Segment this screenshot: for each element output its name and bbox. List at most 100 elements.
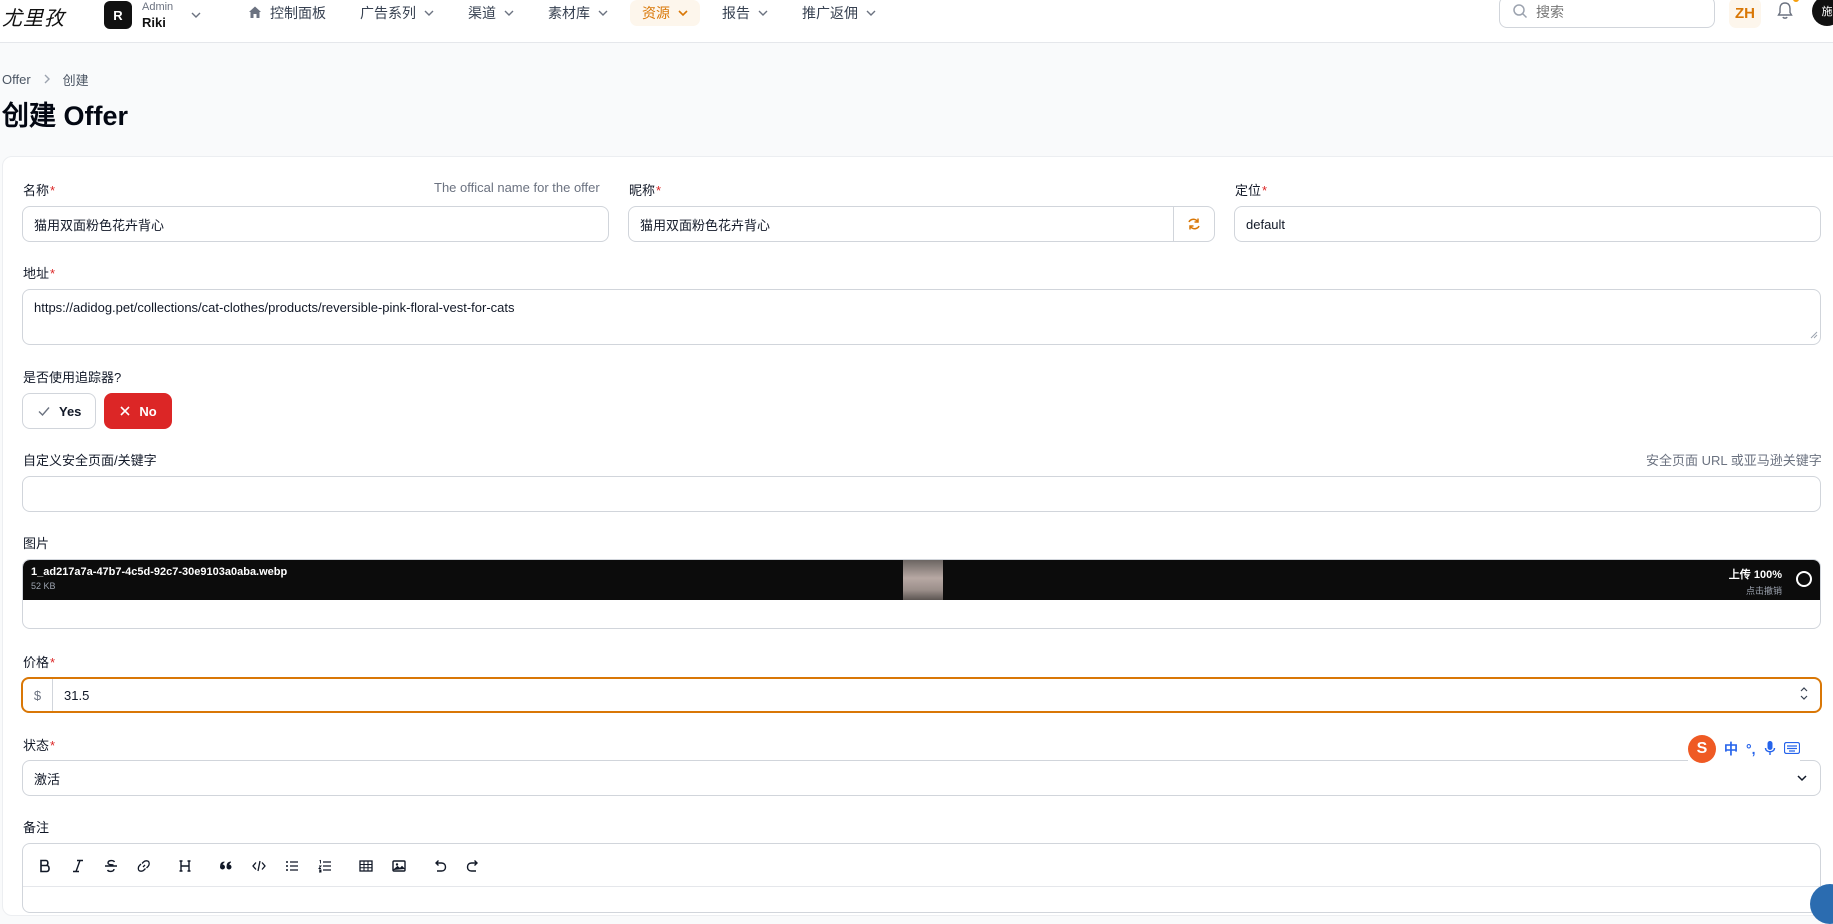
required-marker: * <box>50 655 56 670</box>
tracker-no-button[interactable]: No <box>104 393 172 429</box>
price-label: 价格* <box>23 652 55 671</box>
image-label: 图片 <box>23 536 50 551</box>
notes-rich-text-editor[interactable] <box>22 843 1822 913</box>
tenant-role: Admin <box>142 1 174 13</box>
chevron-down-icon <box>866 8 876 18</box>
tracker-yes-label: Yes <box>59 403 82 419</box>
price-label-text: 价格 <box>23 655 50 670</box>
address-label-text: 地址 <box>23 266 50 281</box>
nickname-label: 昵称* <box>629 180 661 199</box>
required-marker: * <box>656 183 662 198</box>
keyboard-icon[interactable] <box>1783 741 1800 757</box>
tracker-toggle-group: Yes No <box>22 393 172 429</box>
position-label-text: 定位 <box>1235 183 1262 198</box>
bullet-list-icon[interactable] <box>282 856 302 876</box>
nav-item-affiliate[interactable]: 推广返佣 <box>790 0 888 26</box>
currency-prefix: $ <box>23 679 53 711</box>
required-marker: * <box>50 738 56 753</box>
address-label: 地址* <box>23 263 55 282</box>
link-icon[interactable] <box>134 856 154 876</box>
regenerate-button[interactable] <box>1173 207 1214 241</box>
nav-label: 素材库 <box>548 5 590 21</box>
image-icon[interactable] <box>389 856 409 876</box>
nickname-input[interactable]: 猫用双面粉色花卉背心 <box>628 206 1215 242</box>
file-name: 1_ad217a7a-47b7-4c5d-92c7-30e9103a0aba.w… <box>31 566 288 578</box>
search-input[interactable] <box>1536 4 1696 20</box>
resize-handle-icon[interactable] <box>1810 327 1818 342</box>
nav-label: 报告 <box>722 5 750 21</box>
nav-item-reports[interactable]: 报告 <box>710 0 780 26</box>
microphone-icon[interactable] <box>1764 740 1776 759</box>
nav-item-campaigns[interactable]: 广告系列 <box>348 0 446 26</box>
app-logo[interactable]: 尤里孜 <box>2 2 65 31</box>
heading-icon[interactable] <box>175 856 195 876</box>
required-marker: * <box>1262 183 1268 198</box>
caret-down-icon[interactable] <box>1800 695 1808 700</box>
caret-up-icon[interactable] <box>1800 687 1808 692</box>
nav-item-channels[interactable]: 渠道 <box>456 0 526 26</box>
redo-icon[interactable] <box>463 856 483 876</box>
nav-item-dashboard[interactable]: 控制面板 <box>236 0 338 26</box>
tenant-avatar: R <box>104 1 132 29</box>
nav-item-resources[interactable]: 资源 <box>630 0 700 26</box>
number-stepper[interactable] <box>1800 687 1808 700</box>
language-switcher[interactable]: ZH <box>1729 0 1761 28</box>
upload-progress-text: 上传 100% <box>1728 569 1782 581</box>
status-select[interactable]: 激活 <box>22 760 1821 796</box>
chevron-down-icon <box>598 8 608 18</box>
uploaded-file-item: 1_ad217a7a-47b7-4c5d-92c7-30e9103a0aba.w… <box>23 560 1820 600</box>
image-upload-dropzone[interactable]: 1_ad217a7a-47b7-4c5d-92c7-30e9103a0aba.w… <box>22 559 1821 629</box>
address-textarea[interactable]: https://adidog.pet/collections/cat-cloth… <box>22 289 1821 345</box>
notification-badge <box>1793 0 1799 2</box>
offer-form-card <box>2 156 1833 916</box>
main-nav: 控制面板 广告系列 渠道 素材库 资源 报告 推广返佣 <box>236 0 898 26</box>
chevron-down-icon <box>504 8 514 18</box>
status-label: 状态* <box>23 735 55 754</box>
image-thumbnail <box>903 560 943 600</box>
chevron-down-icon <box>1796 772 1808 787</box>
search-icon <box>1512 3 1528 22</box>
chevron-down-icon <box>191 10 201 20</box>
tracker-yes-button[interactable]: Yes <box>22 393 97 429</box>
nav-label: 控制面板 <box>270 5 326 21</box>
undo-icon[interactable] <box>430 856 450 876</box>
bold-icon[interactable] <box>35 856 55 876</box>
global-search[interactable] <box>1499 0 1715 28</box>
editor-toolbar <box>35 856 483 876</box>
nav-label: 推广返佣 <box>802 5 858 21</box>
safe-page-label: 自定义安全页面/关键字 <box>23 453 157 468</box>
safe-page-input[interactable] <box>22 476 1821 512</box>
strikethrough-icon[interactable] <box>101 856 121 876</box>
tenant-info: Admin Riki <box>142 0 173 30</box>
editor-divider <box>23 886 1822 887</box>
ordered-list-icon[interactable] <box>315 856 335 876</box>
chevron-down-icon <box>758 8 768 18</box>
table-icon[interactable] <box>356 856 376 876</box>
address-value: https://adidog.pet/collections/cat-cloth… <box>34 300 515 315</box>
italic-icon[interactable] <box>68 856 88 876</box>
status-label-text: 状态 <box>23 738 50 753</box>
position-input[interactable]: default <box>1234 206 1821 242</box>
ime-punctuation-icon[interactable]: °, <box>1746 741 1756 757</box>
ime-mode[interactable]: 中 <box>1724 739 1738 759</box>
blockquote-icon[interactable] <box>216 856 236 876</box>
cancel-upload-icon[interactable] <box>1796 571 1812 587</box>
chevron-down-icon <box>678 8 688 18</box>
nav-label: 资源 <box>642 5 670 21</box>
user-avatar[interactable]: 施 <box>1812 0 1833 26</box>
chevron-down-icon <box>424 8 434 18</box>
refresh-icon <box>1188 218 1200 230</box>
breadcrumb-parent[interactable]: Offer <box>2 72 31 87</box>
chevron-right-icon <box>43 72 51 87</box>
name-input[interactable]: 猫用双面粉色花卉背心 <box>22 206 609 242</box>
status-selected-value: 激活 <box>34 771 61 787</box>
price-input[interactable]: $ 31.5 <box>21 677 1822 713</box>
close-icon <box>120 406 130 416</box>
ime-toolbar[interactable]: S 中 °, <box>1688 734 1800 764</box>
tracker-label: 是否使用追踪器? <box>23 370 122 385</box>
code-icon[interactable] <box>249 856 269 876</box>
price-value: 31.5 <box>64 687 90 703</box>
nav-item-assets[interactable]: 素材库 <box>536 0 620 26</box>
tenant-switcher[interactable]: R Admin Riki <box>104 0 201 30</box>
bell-icon[interactable] <box>1776 1 1794 24</box>
